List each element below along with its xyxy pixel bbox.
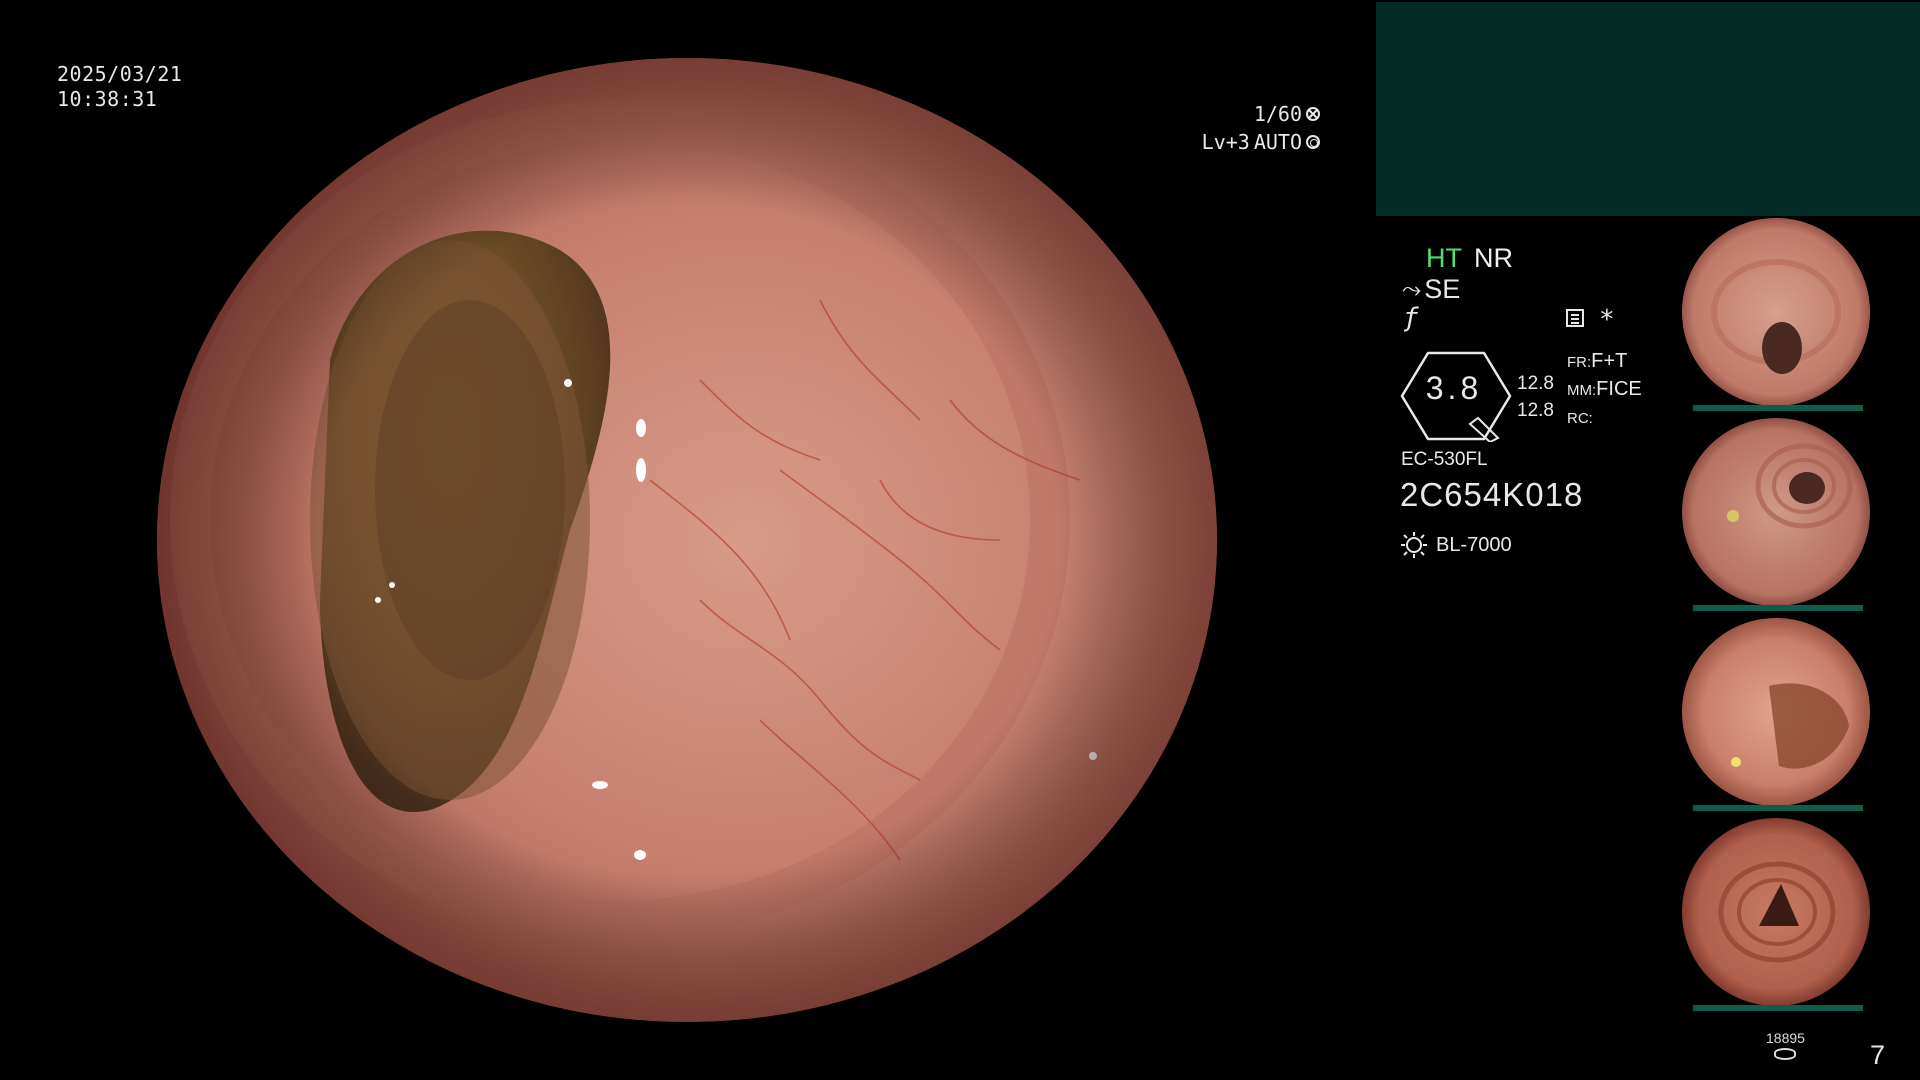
shutter-icon (1306, 107, 1320, 121)
endoscope-main-view: 2025/03/21 10:38:31 1/60 Lv+3 AUTO (0, 0, 1370, 1080)
setting-row: RC: (1567, 410, 1593, 427)
thumbnail[interactable] (1669, 816, 1920, 1015)
image-counter: 18895 (1766, 1030, 1805, 1060)
scope-model: EC-530FL (1401, 449, 1488, 470)
menu-icon (1566, 309, 1584, 327)
light-source: BL-7000 (1400, 531, 1512, 559)
se-icon: ⤳ (1402, 275, 1422, 303)
iris-icon (1306, 135, 1320, 149)
level-text: Lv+3 (1201, 130, 1250, 154)
patient-info-box (1376, 2, 1920, 216)
light-bulb-icon (1401, 532, 1427, 558)
page-number: 7 (1870, 1040, 1886, 1070)
date-time-overlay: 2025/03/21 10:38:31 (57, 62, 182, 112)
f-icon: ƒ (1403, 303, 1419, 333)
asterisk-icon: * (1599, 305, 1615, 335)
gauge-numbers: 12.8 12.8 (1517, 370, 1554, 424)
setting-row: FR:F+T (1567, 350, 1628, 372)
scope-serial: 2C654K018 (1400, 476, 1584, 513)
zoom-value: 3.8 (1425, 370, 1483, 406)
time-text: 10:38:31 (57, 87, 158, 111)
gauge-bottom: 12.8 (1517, 400, 1554, 421)
structure-text: SE (1424, 274, 1461, 304)
endoscope-image (157, 58, 1217, 1022)
date-text: 2025/03/21 (57, 62, 183, 86)
light-source-text: BL-7000 (1436, 533, 1512, 556)
shutter-speed: 1/60 (1253, 102, 1302, 126)
thumbnail[interactable] (1669, 416, 1920, 615)
processor-settings: FR:F+T MM:FICE RC: (1567, 348, 1642, 432)
enhancement-mode: HT (1426, 243, 1462, 273)
thumbnail[interactable] (1669, 616, 1920, 815)
structure-enhancement: ⤳ SE (1402, 274, 1460, 305)
thumbnail[interactable] (1669, 216, 1920, 415)
gauge-top: 12.8 (1517, 373, 1554, 394)
exposure-mode: AUTO (1253, 130, 1302, 154)
exposure-overlay: 1/60 Lv+3 AUTO (1202, 100, 1320, 156)
setting-row: MM:FICE (1567, 378, 1642, 400)
noise-reduction: NR (1474, 243, 1513, 273)
database-icon (1774, 1048, 1797, 1060)
mode-line: HT NR (1426, 243, 1513, 274)
image-count: 18895 (1766, 1030, 1805, 1046)
